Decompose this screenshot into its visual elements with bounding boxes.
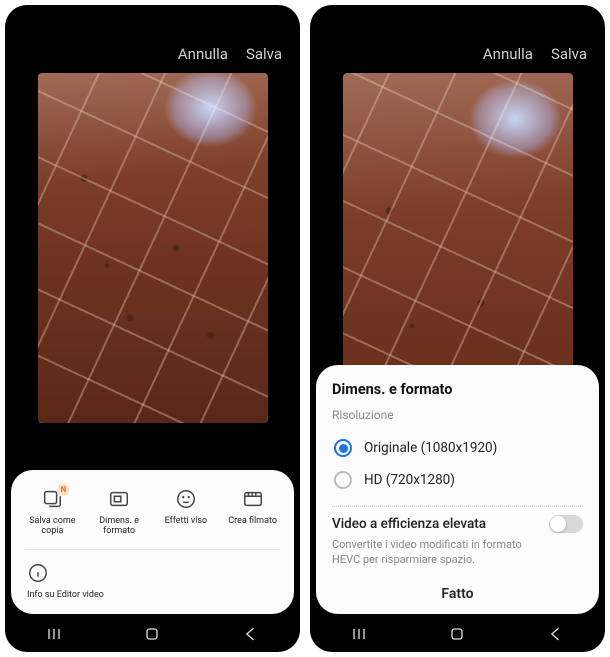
option-label: Originale (1080x1920) xyxy=(364,440,497,456)
efficiency-description: Convertite i video modificati in formato… xyxy=(332,538,583,568)
format-sheet: Dimens. e formato Risoluzione Originale … xyxy=(316,365,599,614)
top-actions: Annulla Salva xyxy=(5,5,300,73)
sheet-subtitle: Risoluzione xyxy=(332,408,583,422)
create-movie-button[interactable]: Crea filmato xyxy=(221,488,285,537)
efficiency-title: Video a efficienza elevata xyxy=(332,516,486,532)
info-icon xyxy=(27,562,49,584)
face-effects-button[interactable]: Effetti viso xyxy=(154,488,218,537)
save-button[interactable]: Salva xyxy=(551,45,587,63)
cancel-button[interactable]: Annulla xyxy=(483,45,533,63)
screenshot-left: Annulla Salva N Salva come copia Dimens.… xyxy=(5,5,300,652)
save-as-copy-button[interactable]: N Salva come copia xyxy=(20,488,84,537)
back-button[interactable] xyxy=(546,624,566,644)
tool-label: Dimens. e formato xyxy=(87,516,151,537)
option-label: HD (720x1280) xyxy=(364,472,455,488)
recents-button[interactable] xyxy=(349,624,369,644)
size-format-button[interactable]: Dimens. e formato xyxy=(87,488,151,537)
tools-sheet: N Salva come copia Dimens. e formato Eff… xyxy=(11,470,294,614)
editor-info-button[interactable]: Info su Editor video xyxy=(27,562,278,600)
home-button[interactable] xyxy=(142,624,162,644)
system-nav-bar xyxy=(5,616,300,652)
recents-button[interactable] xyxy=(44,624,64,644)
back-button[interactable] xyxy=(241,624,261,644)
face-icon xyxy=(175,488,197,510)
tool-label: Effetti viso xyxy=(165,516,208,526)
radio-unselected-icon xyxy=(334,471,352,489)
dotted-divider xyxy=(332,506,583,507)
resolution-option-hd[interactable]: HD (720x1280) xyxy=(332,464,583,496)
save-copy-icon: N xyxy=(41,488,63,510)
resolution-option-original[interactable]: Originale (1080x1920) xyxy=(332,432,583,464)
tool-label: Info su Editor video xyxy=(27,590,104,600)
high-efficiency-row: Video a efficienza elevata xyxy=(332,515,583,533)
sheet-title: Dimens. e formato xyxy=(332,381,583,398)
movie-icon xyxy=(242,488,264,510)
home-button[interactable] xyxy=(447,624,467,644)
radio-selected-icon xyxy=(334,439,352,457)
top-actions: Annulla Salva xyxy=(310,5,605,73)
screenshot-right: Annulla Salva Dimens. e formato Risoluzi… xyxy=(310,5,605,652)
tool-label: Crea filmato xyxy=(228,516,277,526)
tool-label: Salva come copia xyxy=(20,516,84,537)
video-preview[interactable] xyxy=(38,73,268,423)
save-button[interactable]: Salva xyxy=(246,45,282,63)
size-format-icon xyxy=(108,488,130,510)
cancel-button[interactable]: Annulla xyxy=(178,45,228,63)
new-badge: N xyxy=(57,484,69,496)
done-button[interactable]: Fatto xyxy=(332,580,583,604)
system-nav-bar xyxy=(310,616,605,652)
efficiency-toggle[interactable] xyxy=(549,515,583,533)
